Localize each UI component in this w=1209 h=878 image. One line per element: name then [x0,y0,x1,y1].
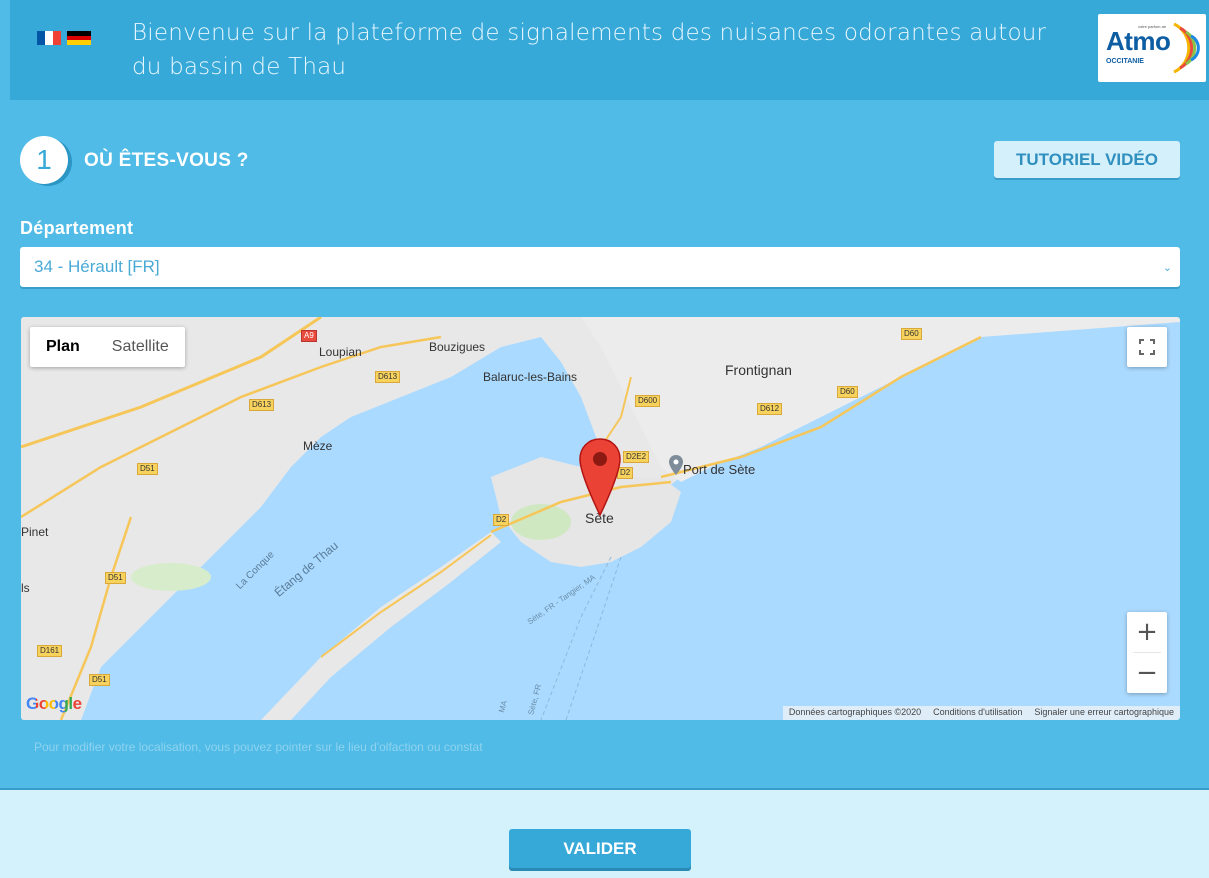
step-number-badge: 1 [20,136,68,184]
road-tag: D161 [37,645,63,657]
zoom-control: + − [1127,612,1167,693]
logo-region: OCCITANIE [1106,58,1144,65]
step-title: OÙ ÊTES-VOUS ? [84,150,249,171]
atmo-logo[interactable]: votre parfum air Atmo OCCITANIE [1098,14,1206,82]
road-tag: D2E2 [623,451,650,463]
road-tag: D2 [493,514,510,526]
zoom-out-button[interactable]: − [1127,653,1167,693]
road-tag: D612 [757,403,783,415]
road-tag: D51 [105,572,126,584]
map-view[interactable]: Loupian Bouzigues Balaruc-les-Bains Fron… [21,317,1180,720]
road-tag: D613 [375,371,401,383]
road-tag: D51 [89,674,110,686]
page-title: Bienvenue sur la plateforme de signaleme… [132,20,1047,80]
port-pin-icon[interactable] [669,455,683,475]
map-terms-link[interactable]: Conditions d'utilisation [933,707,1022,720]
department-selected-value: 34 - Hérault [FR] [34,257,160,276]
road-tag: D51 [137,463,158,475]
map-type-satellite-button[interactable]: Satellite [96,327,185,367]
header-bar: Bienvenue sur la plateforme de signaleme… [10,0,1209,100]
road-tag: D60 [901,328,922,340]
map-place-balaruc: Balaruc-les-Bains [483,370,578,384]
road-tag: D60 [837,386,858,398]
logo-brand: Atmo [1106,26,1171,56]
department-select[interactable]: 34 - Hérault [FR] ⌄ [20,247,1180,287]
location-marker-icon[interactable] [578,437,622,517]
map-data-credit: Données cartographiques ©2020 [788,707,922,717]
zoom-in-button[interactable]: + [1127,612,1167,652]
language-switcher [37,31,91,46]
map-place-loupian: Loupian [319,345,362,359]
logo-arc-icon [1173,22,1200,74]
map-place-bouzigues: Bouzigues [429,340,486,354]
map-place-meze: Mèze [303,439,333,453]
map-place-frontignan: Frontignan [725,362,792,378]
location-hint: Pour modifier votre localisation, vous p… [34,740,483,754]
map-place-pinet: Pinet [21,525,49,539]
map-attribution: Données cartographiques ©2020 Conditions… [782,706,1180,720]
map-place-port: Port de Sète [683,462,756,477]
fullscreen-button[interactable] [1127,327,1167,367]
map-place-edge: ls [21,581,30,595]
validate-button[interactable]: VALIDER [509,829,691,868]
road-tag: A9 [301,330,317,342]
map-type-plan-button[interactable]: Plan [30,327,96,367]
department-label: Département [20,218,134,238]
google-logo-text: Google [26,694,82,713]
road-tag: D600 [635,395,661,407]
google-logo[interactable]: Google [26,694,82,714]
fr-flag-icon[interactable] [37,31,61,45]
de-flag-icon[interactable] [67,31,91,46]
map-report-link[interactable]: Signaler une erreur cartographique [1034,707,1174,720]
fullscreen-icon [1139,339,1155,355]
map-type-control: Plan Satellite [30,327,185,367]
road-tag: D613 [249,399,275,411]
chevron-down-icon: ⌄ [1162,262,1172,274]
tutorial-video-button[interactable]: TUTORIEL VIDÉO [994,141,1180,178]
